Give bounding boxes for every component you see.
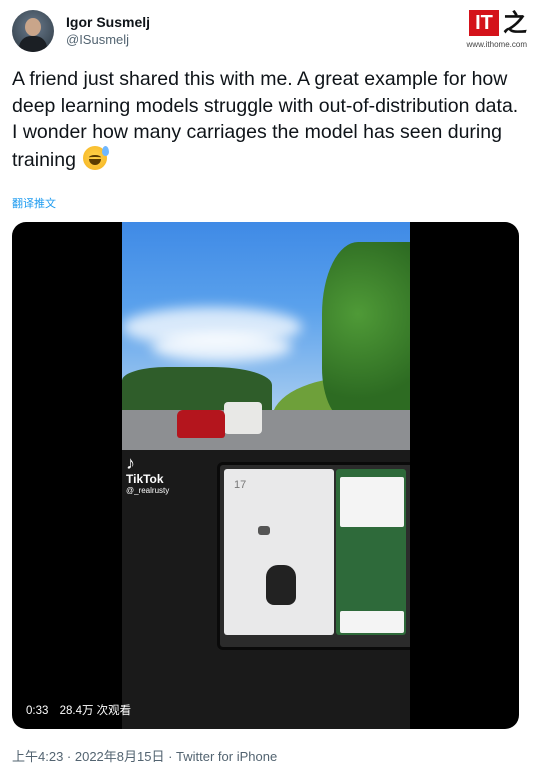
video-duration: 0:33 (26, 705, 49, 717)
tiktok-watermark: ♪ TikTok @_realrusty (126, 454, 169, 495)
video-frame: 17 ♪ TikTok @_realrusty (122, 222, 410, 729)
translate-tweet-link[interactable]: 翻译推文 (12, 195, 56, 211)
sweat-smile-emoji-icon (83, 145, 110, 170)
tesla-screen: 17 (217, 462, 410, 650)
tweet-line-1: A friend just shared this with me. A gre… (12, 68, 519, 117)
author-name[interactable]: Igor Susmelj (66, 14, 150, 30)
tweet-text: A friend just shared this with me. A gre… (12, 66, 522, 173)
detected-vehicle-icon (258, 526, 270, 535)
ithome-logo: IT 之 www.ithome.com (455, 10, 527, 54)
tiktok-icon: ♪ (126, 453, 135, 473)
tesla-car-icon (266, 565, 296, 605)
tiktok-brand: TikTok (126, 472, 164, 486)
video-player[interactable]: 17 ♪ TikTok @_realrusty 0:33 28.4万 次观看 (12, 222, 519, 729)
video-stats: 0:33 28.4万 次观看 (26, 702, 139, 718)
tweet-timestamp[interactable]: 上午4:23 · 2022年8月15日 · Twitter for iPhone (12, 746, 277, 765)
tweet-line-2: I wonder how many carriages the model ha… (12, 119, 522, 173)
navigation-card (340, 477, 404, 527)
avatar[interactable] (12, 10, 54, 52)
it-logo-mark: IT (469, 10, 499, 36)
speed-readout: 17 (234, 479, 247, 491)
author-handle[interactable]: @ISusmelj (66, 32, 129, 47)
music-card (340, 611, 404, 633)
tweet-header: Igor Susmelj @ISusmelj IT 之 www.ithome.c… (12, 10, 527, 54)
tiktok-user: @_realrusty (126, 486, 170, 495)
ithome-url: www.ithome.com (466, 40, 527, 49)
video-views: 28.4万 次观看 (59, 705, 132, 717)
horse-carriage (224, 402, 262, 434)
ithome-logo-char: 之 (503, 9, 527, 37)
red-car (177, 410, 225, 438)
